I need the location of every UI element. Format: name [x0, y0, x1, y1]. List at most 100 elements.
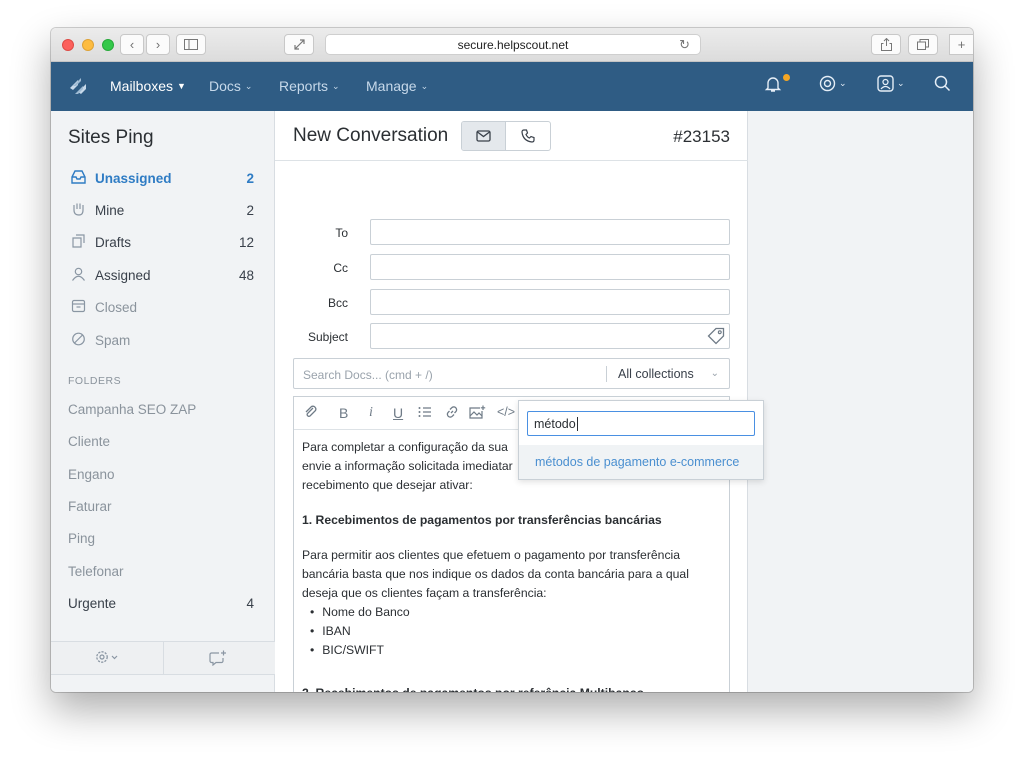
nav-reports[interactable]: Reports ⌄ — [279, 78, 340, 94]
sidebar-toggle-button[interactable] — [176, 34, 206, 55]
underline-button[interactable]: U — [393, 405, 403, 421]
search-icon — [934, 75, 951, 92]
folder-spam[interactable]: Spam — [68, 330, 258, 350]
nav-manage[interactable]: Manage ⌄ — [366, 78, 428, 94]
address-bar[interactable]: secure.helpscout.net ↻ — [325, 34, 701, 55]
minimize-window-button[interactable] — [82, 39, 94, 51]
phone-channel-button[interactable] — [506, 122, 550, 150]
search-button[interactable] — [934, 75, 951, 92]
chevron-down-icon: ⌄ — [332, 80, 340, 91]
body-heading: 2. Recebimentos de pagamentos por referê… — [302, 684, 722, 692]
help-menu[interactable]: ⌄ — [819, 75, 847, 92]
cc-field[interactable] — [370, 254, 730, 280]
folder-label: Engano — [68, 467, 115, 482]
folder-label: Assigned — [95, 267, 151, 283]
tabs-icon — [917, 39, 929, 50]
folder-urgente[interactable]: Urgente 4 — [68, 596, 258, 611]
tag-icon[interactable] — [707, 327, 725, 345]
collection-select[interactable]: All collections — [618, 367, 694, 381]
page-title: New Conversation — [293, 125, 449, 146]
right-panel — [748, 111, 973, 692]
notifications-button[interactable] — [764, 75, 782, 93]
folder-assigned[interactable]: Assigned 48 — [68, 265, 258, 285]
tabs-button[interactable] — [908, 34, 938, 55]
subject-field[interactable] — [370, 323, 730, 349]
forward-button[interactable]: › — [146, 34, 170, 55]
italic-button[interactable]: i — [369, 405, 373, 421]
folder-label: Spam — [95, 332, 131, 348]
nav-docs[interactable]: Docs ⌄ — [209, 78, 252, 94]
fullscreen-button[interactable] — [284, 34, 314, 55]
envelope-icon — [476, 130, 491, 142]
to-field[interactable] — [370, 219, 730, 245]
back-button[interactable]: ‹ — [120, 34, 144, 55]
saved-reply-suggestion[interactable]: métodos de pagamento e-commerce — [519, 445, 763, 479]
docs-search-input[interactable]: Search Docs... (cmd + /) — [303, 368, 433, 382]
folder-count: 12 — [238, 234, 254, 250]
code-button[interactable]: </> — [497, 405, 515, 419]
italic-icon: i — [369, 405, 373, 420]
folder-campanha-seo-zap[interactable]: Campanha SEO ZAP — [68, 402, 258, 417]
compose-header: New Conversation #23153 — [275, 111, 748, 161]
user-icon — [68, 267, 88, 284]
mailbox-settings-button[interactable] — [95, 650, 119, 667]
helpscout-logo[interactable] — [67, 75, 89, 97]
folder-label: Unassigned — [95, 170, 172, 186]
account-menu[interactable]: ⌄ — [877, 75, 905, 92]
zoom-window-button[interactable] — [102, 39, 114, 51]
saved-reply-search-input[interactable]: método — [527, 411, 755, 436]
sidebar-footer — [51, 641, 275, 675]
phone-icon — [521, 129, 535, 143]
mailbox-sidebar: Sites Ping Unassigned 2 Mine 2 Drafts 12 — [51, 111, 275, 692]
new-tab-button[interactable]: + — [949, 34, 973, 55]
new-conversation-button[interactable] — [209, 650, 227, 669]
insert-image-button[interactable] — [469, 405, 486, 422]
folder-engano[interactable]: Engano — [68, 467, 258, 482]
sidebar-icon — [184, 39, 198, 50]
bcc-field[interactable] — [370, 289, 730, 315]
chevron-left-icon: ‹ — [129, 37, 135, 52]
folder-count: 4 — [246, 596, 254, 611]
list-item: BIC/SWIFT — [310, 641, 722, 660]
folder-label: Closed — [95, 299, 138, 315]
folder-cliente[interactable]: Cliente — [68, 434, 258, 449]
list-button[interactable] — [418, 405, 432, 421]
close-window-button[interactable] — [62, 39, 74, 51]
link-button[interactable] — [445, 405, 459, 422]
folder-telefonar[interactable]: Telefonar — [68, 564, 258, 579]
underline-icon: U — [393, 405, 404, 421]
ticket-number: #23153 — [673, 127, 730, 146]
folder-unassigned[interactable]: Unassigned 2 — [68, 168, 258, 188]
chevron-down-icon[interactable]: ⌄ — [711, 368, 719, 379]
bullet-list: Nome do Banco IBAN BIC/SWIFT — [310, 603, 722, 660]
chevron-down-icon: ⌄ — [897, 78, 905, 88]
chevron-right-icon: › — [155, 37, 161, 52]
folder-label: Ping — [68, 531, 96, 546]
nav-mailboxes[interactable]: Mailboxes ▼ — [110, 78, 186, 94]
bold-button[interactable]: B — [339, 405, 348, 421]
attachment-button[interactable] — [304, 405, 318, 422]
archive-icon — [68, 299, 88, 316]
folder-drafts[interactable]: Drafts 12 — [68, 232, 258, 252]
folder-closed[interactable]: Closed — [68, 297, 258, 317]
email-channel-button[interactable] — [462, 122, 507, 150]
nav-manage-label: Manage — [366, 78, 417, 94]
folder-label: Urgente — [68, 596, 117, 611]
folder-count: 48 — [238, 267, 254, 283]
image-icon — [469, 405, 486, 419]
share-icon — [880, 38, 892, 51]
bell-icon — [764, 77, 782, 92]
body-line: Para permitir aos clientes que efetuem o… — [302, 548, 681, 562]
body-line: deseja que os clientes façam a transferê… — [302, 586, 547, 600]
reload-icon[interactable]: ↻ — [679, 37, 690, 53]
folder-count: 2 — [246, 202, 254, 218]
bcc-label: Bcc — [327, 296, 348, 310]
folder-mine[interactable]: Mine 2 — [68, 200, 258, 220]
share-button[interactable] — [871, 34, 901, 55]
link-icon — [446, 406, 458, 418]
folder-label: Telefonar — [68, 564, 124, 579]
folder-ping[interactable]: Ping — [68, 531, 258, 546]
folder-faturar[interactable]: Faturar — [68, 499, 258, 514]
